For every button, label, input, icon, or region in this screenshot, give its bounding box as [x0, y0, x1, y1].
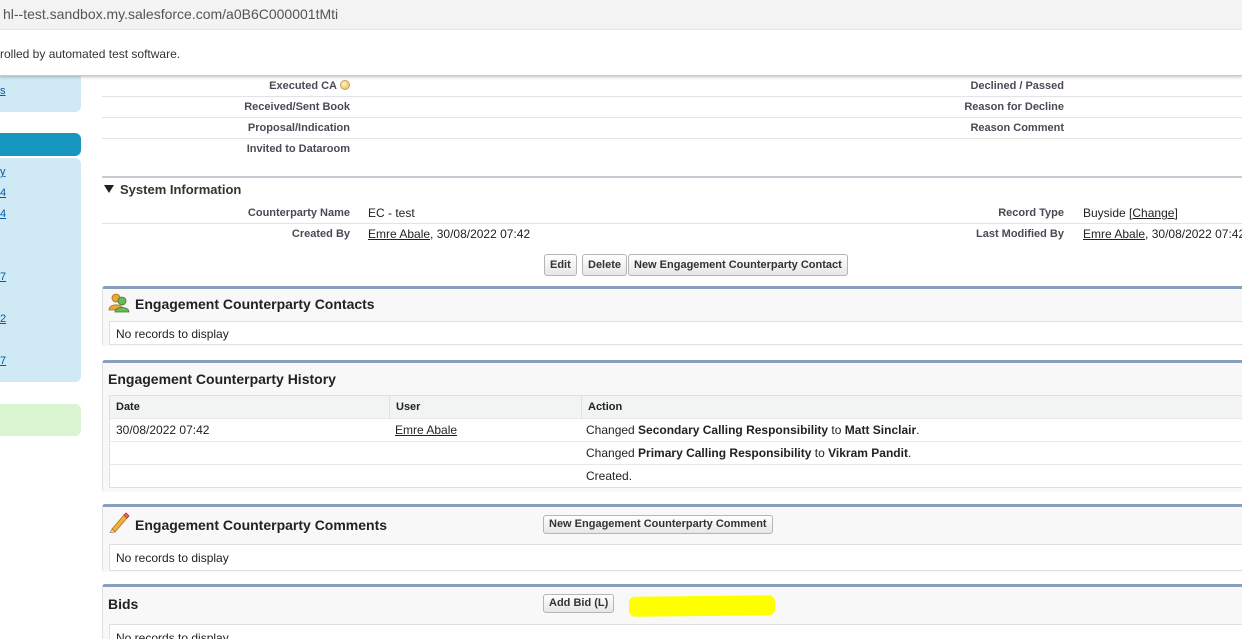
sidebar-link[interactable]: 2 [0, 313, 6, 325]
field-label: Reason Comment [970, 122, 1064, 134]
empty-message: No records to display [116, 631, 229, 639]
detail-row: Proposal/Indication Reason Comment [102, 118, 1242, 139]
field-label: Executed CA [269, 80, 350, 92]
field-label: Proposal/Indication [247, 122, 350, 134]
table-row: Created. [110, 464, 1242, 487]
contacts-icon [108, 293, 130, 313]
sidebar-link[interactable]: 4 [0, 208, 6, 220]
sidebar-link[interactable]: 4 [0, 187, 6, 199]
field-label: Invited to Dataroom [246, 143, 350, 155]
history-title: Engagement Counterparty History [108, 371, 336, 387]
record-type-value: Buyside [Change] [1083, 206, 1178, 220]
sidebar-header-bar [0, 133, 81, 156]
section-divider [102, 176, 1242, 178]
field-label: Received/Sent Book [244, 101, 350, 113]
comments-title: Engagement Counterparty Comments [135, 517, 388, 533]
collapse-triangle-icon[interactable] [104, 185, 114, 193]
column-header-date[interactable]: Date [110, 396, 390, 418]
detail-row: Received/Sent Book Reason for Decline [102, 97, 1242, 118]
yellow-highlight-mark [628, 595, 776, 617]
record-type-label: Record Type [998, 207, 1064, 219]
system-info-header[interactable]: System Information [104, 182, 241, 197]
sidebar-link[interactable]: 7 [0, 355, 6, 367]
infobar-message: rolled by automated test software. [0, 47, 181, 61]
bids-title: Bids [108, 596, 139, 612]
created-by-label: Created By [291, 228, 350, 240]
automation-infobar: rolled by automated test software. [0, 30, 1242, 76]
contacts-related-list: Engagement Counterparty Contacts No reco… [102, 286, 1242, 346]
field-label: Declined / Passed [970, 80, 1064, 92]
empty-message: No records to display [116, 551, 229, 565]
contacts-title: Engagement Counterparty Contacts [135, 296, 375, 312]
history-date: 30/08/2022 07:42 [116, 423, 210, 437]
detail-row: Invited to Dataroom [102, 139, 1242, 160]
last-modified-label: Last Modified By [975, 228, 1064, 240]
help-icon[interactable] [340, 80, 350, 90]
table-row: Changed Primary Calling Responsibility t… [110, 441, 1242, 464]
history-action: Created. [586, 469, 633, 483]
add-bid-button[interactable]: Add Bid (L) [543, 594, 615, 613]
change-record-type-link[interactable]: Change [1132, 206, 1174, 220]
new-contact-button[interactable]: New Engagement Counterparty Contact [628, 254, 848, 276]
counterparty-name-value: EC - test [368, 206, 415, 220]
created-by-value: Emre Abale, 30/08/2022 07:42 [368, 227, 531, 241]
contacts-body: No records to display [109, 321, 1242, 345]
sidebar-green-panel [0, 404, 81, 436]
sidebar-link[interactable]: s [0, 85, 6, 97]
sidebar-top-panel: s [0, 72, 81, 112]
history-action: Changed Secondary Calling Responsibility… [586, 423, 920, 437]
history-related-list: Engagement Counterparty History Date Use… [102, 360, 1242, 492]
last-modified-value: Emre Abale, 30/08/2022 07:42 [1083, 227, 1242, 241]
created-by-user-link[interactable]: Emre Abale [368, 227, 430, 241]
column-header-user[interactable]: User [390, 396, 582, 418]
url-text[interactable]: hl--test.sandbox.my.salesforce.com/a0B6C… [3, 6, 338, 22]
sidebar-link[interactable]: 7 [0, 271, 6, 283]
history-user-link[interactable]: Emre Abale [395, 423, 457, 437]
empty-message: No records to display [116, 327, 229, 341]
detail-row: Counterparty Name EC - test Record Type … [102, 203, 1242, 224]
column-header-action[interactable]: Action [582, 396, 1242, 418]
comments-related-list: Engagement Counterparty Comments New Eng… [102, 504, 1242, 572]
detail-row: Executed CA Declined / Passed [102, 76, 1242, 97]
bids-body: No records to display [109, 624, 1242, 639]
history-action: Changed Primary Calling Responsibility t… [586, 446, 912, 460]
detail-row: Created By Emre Abale, 30/08/2022 07:42 … [102, 224, 1242, 245]
delete-button[interactable]: Delete [582, 254, 628, 276]
counterparty-name-label: Counterparty Name [247, 207, 350, 219]
history-table: Date User Action 30/08/2022 07:42 Emre A… [109, 395, 1242, 488]
comments-body: No records to display [109, 544, 1242, 571]
pencil-icon [109, 512, 130, 533]
last-modified-user-link[interactable]: Emre Abale [1083, 227, 1145, 241]
address-bar[interactable]: hl--test.sandbox.my.salesforce.com/a0B6C… [0, 0, 1242, 30]
table-row: 30/08/2022 07:42 Emre Abale Changed Seco… [110, 418, 1242, 441]
edit-button[interactable]: Edit [544, 254, 577, 276]
new-comment-button[interactable]: New Engagement Counterparty Comment [543, 515, 773, 534]
sidebar-link[interactable]: y [0, 166, 6, 178]
field-label: Reason for Decline [964, 101, 1064, 113]
sidebar-recent-items: y 4 4 7 2 7 [0, 158, 81, 382]
